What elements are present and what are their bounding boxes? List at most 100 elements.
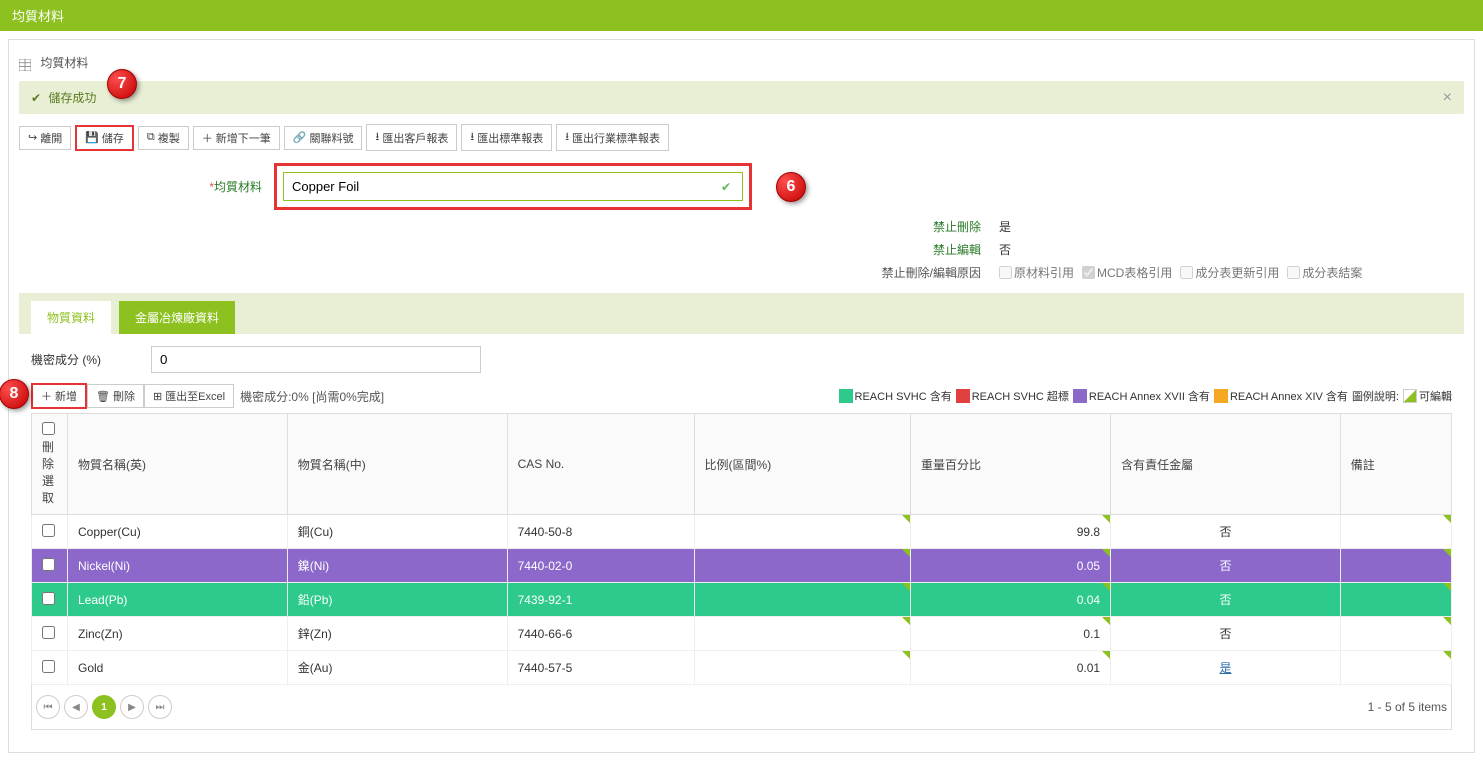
substance-grid: 刪除選取 物質名稱(英) 物質名稱(中) CAS No. 比例(區間%) 重量百… [31,413,1452,685]
row-select-checkbox[interactable] [42,524,55,537]
cell-cas: 7440-50-8 [507,515,694,549]
grid-export-excel-button[interactable]: ⊞匯出至Excel [144,384,234,408]
header-range[interactable]: 比例(區間%) [694,414,911,515]
legend-svhc: REACH SVHC 含有 [839,388,952,404]
cell-name_zh: 金(Au) [287,651,507,685]
link-partno-button[interactable]: 🔗關聯料號 [284,126,363,150]
conflict-link[interactable]: 是 [1219,661,1231,675]
pager-page-current[interactable]: 1 [92,695,116,719]
cell-remark[interactable] [1340,583,1451,617]
pager-next-button[interactable]: ▶ [120,695,144,719]
forbid-edit-label: 禁止編輯 [19,241,999,258]
grid-add-button[interactable]: ＋新增 [31,383,87,409]
cell-weight[interactable]: 0.04 [911,583,1111,617]
cell-conflict[interactable]: 是 [1111,651,1341,685]
export-standard-button-label: 匯出標準報表 [477,130,543,146]
legend-annex17: REACH Annex XVII 含有 [1073,388,1210,404]
header-name-en[interactable]: 物質名稱(英) [68,414,288,515]
link-icon: 🔗 [293,131,307,144]
add-next-button[interactable]: ＋新增下一筆 [193,126,280,150]
header-name-zh[interactable]: 物質名稱(中) [287,414,507,515]
table-row: Gold金(Au)7440-57-50.01是 [32,651,1452,685]
pager-prev-button[interactable]: ◀ [64,695,88,719]
cell-remark[interactable] [1340,651,1451,685]
export-industry-button[interactable]: ⭳匯出行業標準報表 [556,124,669,151]
cell-remark[interactable] [1340,549,1451,583]
grid-header-row: 刪除選取 物質名稱(英) 物質名稱(中) CAS No. 比例(區間%) 重量百… [32,414,1452,515]
swatch-svhc-exceed [956,389,970,403]
cell-cas: 7439-92-1 [507,583,694,617]
save-button[interactable]: 💾儲存 [75,125,134,151]
callout-badge-6: 6 [776,172,806,202]
pager-info: 1 - 5 of 5 items [1368,700,1447,714]
tab-smelter[interactable]: 金屬冶煉廠資料 [119,301,235,334]
density-row: 機密成分 (%) [31,346,1452,373]
reason-raw-ref: 原材料引用 [999,264,1074,281]
panel-title-bar: 均質材料 [19,50,1464,81]
reason-composition-update-checkbox [1180,266,1193,279]
cell-range[interactable] [694,515,911,549]
alert-success: ✔ 儲存成功 × 7 [19,81,1464,114]
tab-body: 機密成分 (%) 8 ＋新增 🗑刪除 ⊞匯出至Excel 機密成分:0% [尚需… [19,334,1464,742]
cell-range[interactable] [694,651,911,685]
row-select-checkbox[interactable] [42,660,55,673]
cell-name_zh: 鉛(Pb) [287,583,507,617]
reason-composition-update: 成分表更新引用 [1180,264,1279,281]
tab-strip: 物質資料 金屬冶煉廠資料 [19,301,1464,334]
material-input[interactable] [283,172,743,201]
select-all-checkbox[interactable] [42,422,55,435]
cell-range[interactable] [694,583,911,617]
cell-weight[interactable]: 0.01 [911,651,1111,685]
cell-weight[interactable]: 99.8 [911,515,1111,549]
forbid-reason-row: 禁止刪除/編輯原因 原材料引用 MCD表格引用 成分表更新引用 成分表結案 [19,264,1464,281]
swatch-svhc [839,389,853,403]
close-icon[interactable]: × [1443,89,1452,107]
export-standard-button[interactable]: ⭳匯出標準報表 [461,124,552,151]
reason-composition-result-checkbox [1287,266,1300,279]
header-conflict[interactable]: 含有責任金屬 [1111,414,1341,515]
header-remark[interactable]: 備註 [1340,414,1451,515]
forbid-reason-label: 禁止刪除/編輯原因 [19,264,999,281]
header-weight[interactable]: 重量百分比 [911,414,1111,515]
row-select-checkbox[interactable] [42,626,55,639]
reason-raw-ref-checkbox [999,266,1012,279]
panel-title-text: 均質材料 [40,56,88,70]
export-customer-button[interactable]: ⭳匯出客戶報表 [366,124,457,151]
leave-button[interactable]: ↪離開 [19,126,71,150]
material-input-highlight: ✔ [274,163,752,210]
grid-delete-button-label: 刪除 [113,388,135,404]
copy-button[interactable]: ⧉複製 [138,126,189,150]
pager-last-button[interactable]: ⏭ [148,695,172,719]
cell-remark[interactable] [1340,515,1451,549]
legend-svhc-exceed: REACH SVHC 超標 [956,388,1069,404]
download-icon: ⭳ [565,128,569,147]
cell-name_en: Lead(Pb) [68,583,288,617]
forbid-delete-row: 禁止刪除 是 [19,218,1464,235]
pager: ⏮ ◀ 1 ▶ ⏭ 1 - 5 of 5 items [31,685,1452,730]
cell-name_zh: 銅(Cu) [287,515,507,549]
export-industry-button-label: 匯出行業標準報表 [572,130,660,146]
table-row: Lead(Pb)鉛(Pb)7439-92-10.04否 [32,583,1452,617]
grid-export-excel-button-label: 匯出至Excel [165,388,225,404]
callout-badge-7: 7 [107,69,137,99]
cell-weight[interactable]: 0.05 [911,549,1111,583]
density-label: 機密成分 (%) [31,351,101,368]
trash-icon: 🗑 [96,390,110,403]
table-row: Nickel(Ni)鎳(Ni)7440-02-00.05否 [32,549,1452,583]
main-toolbar: ↪離開 💾儲存 ⧉複製 ＋新增下一筆 🔗關聯料號 ⭳匯出客戶報表 ⭳匯出標準報表… [19,124,1464,151]
material-label: 均質材料 [214,180,262,194]
table-row: Copper(Cu)銅(Cu)7440-50-899.8否 [32,515,1452,549]
pager-first-button[interactable]: ⏮ [36,695,60,719]
row-select-checkbox[interactable] [42,592,55,605]
grid-delete-button[interactable]: 🗑刪除 [87,384,144,408]
export-icon: ⭳ [375,128,379,147]
density-input[interactable] [151,346,481,373]
header-cas[interactable]: CAS No. [507,414,694,515]
cell-range[interactable] [694,549,911,583]
swatch-editable [1403,389,1417,403]
row-select-checkbox[interactable] [42,558,55,571]
forbid-delete-label: 禁止刪除 [19,218,999,235]
tab-substance[interactable]: 物質資料 [31,301,111,334]
cell-name_en: Gold [68,651,288,685]
header-select: 刪除選取 [42,440,54,505]
